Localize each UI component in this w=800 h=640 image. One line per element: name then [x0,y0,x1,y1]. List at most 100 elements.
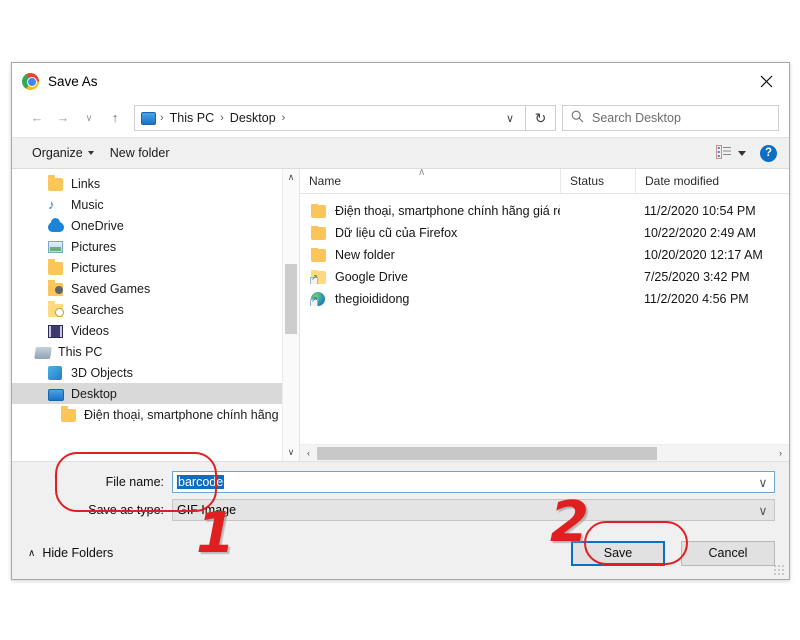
google-drive-shortcut-icon [311,270,327,284]
tree-item-3d-objects[interactable]: 3D Objects [12,362,299,383]
save-as-type-row: Save as type: GIF Image ∨ [12,499,789,521]
saved-games-icon [48,281,64,297]
tree-item-desktop[interactable]: Desktop [12,383,299,404]
file-name-text: Điện thoại, smartphone chính hãng giá rẻ… [335,204,560,218]
file-name-label: File name: [12,475,172,489]
tree-item-pictures[interactable]: Pictures [12,257,299,278]
file-list-row[interactable]: thegioididong 11/2/2020 4:56 PM [300,288,789,310]
breadcrumb-separator: › [278,112,290,124]
file-name-input[interactable]: barcode ∨ [172,471,775,493]
search-input[interactable]: Search Desktop [562,105,779,131]
links-folder-icon [48,176,64,192]
tree-item-this-pc[interactable]: This PC [12,341,299,362]
tree-item-label: Searches [71,303,124,317]
hscroll-track[interactable] [317,445,772,462]
dialog-footer: File name: barcode ∨ Save as type: GIF I… [12,461,789,579]
hide-folders-button[interactable]: ∧ Hide Folders [28,546,113,560]
file-date-cell: 10/20/2020 12:17 AM [635,248,789,262]
chevron-down-icon[interactable]: ∨ [752,503,774,518]
music-note-icon: ♪ [48,197,64,213]
file-name-text: Dữ liệu cũ của Firefox [335,226,457,240]
file-date-cell: 11/2/2020 10:54 PM [635,204,789,218]
refresh-icon[interactable]: ↻ [526,105,556,131]
tree-scrollbar[interactable]: ∧ ∨ [282,169,299,461]
videos-folder-icon [48,323,64,339]
folder-icon [311,226,327,240]
tree-item-pictures[interactable]: Pictures [12,236,299,257]
breadcrumb-desktop[interactable]: Desktop [228,111,278,125]
hscroll-right-icon[interactable]: › [772,448,789,458]
cancel-button[interactable]: Cancel [681,541,775,566]
file-name-cell: Google Drive [300,270,560,284]
file-name-cell: Dữ liệu cũ của Firefox [300,226,560,240]
navigation-bar: ← → ∨ ↑ › This PC › Desktop › ∨ ↻ Search… [12,99,789,137]
chevron-down-icon[interactable]: ∨ [752,475,774,490]
tree-item-label: Pictures [71,240,116,254]
file-list-row[interactable]: New folder 10/20/2020 12:17 AM [300,244,789,266]
help-button[interactable]: ? [760,145,777,162]
file-name-text: Google Drive [335,270,408,284]
tree-item-label: 3D Objects [71,366,133,380]
pictures-library-icon [48,239,64,255]
file-list-horizontal-scrollbar[interactable]: ‹ › [300,444,789,461]
tree-item-videos[interactable]: Videos [12,320,299,341]
chevron-down-icon[interactable]: ∨ [497,106,523,130]
navigation-tree: Links ♪Music OneDrive Pictures Pictures Saved… [12,173,299,425]
save-as-dialog: Save As ← → ∨ ↑ › This PC › Desktop › ∨ … [11,62,790,580]
folder-icon [61,407,77,423]
tree-item-label: Pictures [71,261,116,275]
command-bar: Organize New folder ? [12,137,789,169]
chrome-logo-icon [22,73,39,90]
tree-scroll-down-icon[interactable]: ∨ [283,444,299,461]
tree-scroll-up-icon[interactable]: ∧ [283,169,299,186]
this-pc-icon [35,344,51,360]
column-header-status[interactable]: Status [560,169,635,194]
folder-icon [48,260,64,276]
file-list-row[interactable]: Điện thoại, smartphone chính hãng giá rẻ… [300,200,789,222]
file-name-text: New folder [335,248,395,262]
tree-scroll-thumb[interactable] [285,264,297,334]
forward-button[interactable]: → [50,105,76,131]
tree-item-links[interactable]: Links [12,173,299,194]
file-list-row[interactable]: Dữ liệu cũ của Firefox10/22/2020 2:49 AM [300,222,789,244]
file-list-pane: Name ∧ Status Date modified Điện thoại, … [300,169,789,461]
chevron-up-icon: ∧ [28,548,35,559]
tree-item-label: This PC [58,345,102,359]
new-folder-button[interactable]: New folder [102,146,178,160]
view-layout-button[interactable] [716,145,746,162]
hscroll-thumb[interactable] [317,447,657,460]
chevron-down-icon[interactable] [738,151,746,156]
window-title: Save As [48,74,98,89]
save-as-type-label: Save as type: [12,503,172,517]
file-list-row[interactable]: Google Drive7/25/2020 3:42 PM [300,266,789,288]
up-button[interactable]: ↑ [102,105,128,131]
close-icon[interactable] [743,63,789,99]
column-header-name[interactable]: Name ∧ [300,169,560,194]
file-date-cell: 11/2/2020 4:56 PM [635,292,789,306]
column-headers: Name ∧ Status Date modified [300,169,789,194]
tree-item-saved-games[interactable]: Saved Games [12,278,299,299]
back-button[interactable]: ← [24,105,50,131]
breadcrumb-this-pc[interactable]: This PC [168,111,216,125]
hide-folders-label: Hide Folders [42,546,113,560]
recent-locations-button[interactable]: ∨ [76,105,102,131]
save-as-type-select[interactable]: GIF Image ∨ [172,499,775,521]
desktop-monitor-icon [141,112,156,125]
tree-item-label: Links [71,177,100,191]
folder-icon [311,204,327,218]
column-header-date-modified[interactable]: Date modified [635,169,789,194]
address-bar[interactable]: › This PC › Desktop › ∨ [134,105,526,131]
save-as-type-value: GIF Image [177,503,752,517]
tree-item-label: OneDrive [71,219,124,233]
file-name-cell: New folder [300,248,560,262]
file-name-cell: thegioididong [300,292,560,306]
hscroll-left-icon[interactable]: ‹ [300,448,317,458]
resize-grip[interactable] [773,564,784,575]
organize-button[interactable]: Organize [24,146,102,160]
footer-action-bar: ∧ Hide Folders Save Cancel [12,527,789,579]
view-layout-icon [716,145,731,162]
tree-item-onedrive[interactable]: OneDrive [12,215,299,236]
tree-item-i-n-tho-i-smartphone-ch-nh-h-ng-gi-r[interactable]: Điện thoại, smartphone chính hãng giá rẻ [12,404,299,425]
tree-item-music[interactable]: ♪Music [12,194,299,215]
tree-item-searches[interactable]: Searches [12,299,299,320]
